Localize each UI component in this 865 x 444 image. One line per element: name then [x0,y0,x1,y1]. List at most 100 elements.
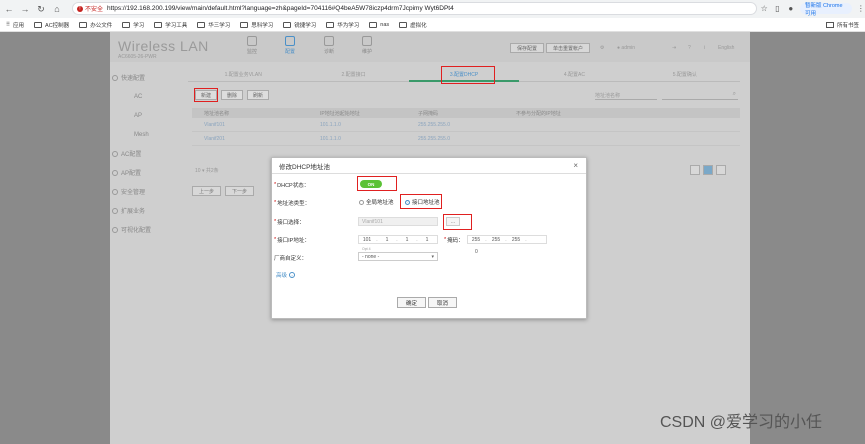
delete-button[interactable]: 删除 [221,90,244,100]
refresh-button[interactable]: 刷新 [247,90,270,100]
bookmark-all[interactable]: 所有书签 [825,21,859,29]
cancel-button[interactable]: 取消 [428,297,458,308]
topnav-config[interactable]: 配置 [285,36,295,55]
mask-row: * 掩码： [444,237,464,244]
language-link[interactable]: English [718,45,734,51]
reload-icon[interactable]: ↻ [34,2,48,16]
sidebar-item-visual[interactable]: 可视化配置 [112,220,182,239]
bookmark-huawei[interactable]: 华为学习 [326,21,359,29]
search-input[interactable]: ⌕ [662,91,738,100]
pool-table: 地址池名称 IP地址池起始地址 子网掩码 不参与分配的IP地址 Vlanif10… [192,108,740,146]
sidebar-item-ap[interactable]: AP [112,106,182,125]
next-step-button[interactable]: 下一步 [225,186,255,196]
iface-label: 接口选择： [277,220,305,226]
sidebar-item-ac[interactable]: AC [112,87,182,106]
modal-title: 修改DHCP地址池 × [272,158,586,174]
advanced-toggle[interactable]: 高级 › [276,271,296,279]
ip-input[interactable]: 101. 1. 1. 1 [358,235,438,244]
chrome-update-button[interactable]: 暂新版 Chrome 可用 [799,3,852,17]
menu-icon[interactable]: ⋮ [857,4,865,14]
folder-icon [197,21,206,28]
ac-icon [112,150,118,157]
bookmark-cisco[interactable]: 思科学习 [240,21,273,29]
address-bar[interactable]: ! 不安全 https://192.168.200.199/view/main/d… [72,2,757,15]
info-icon[interactable]: i [704,45,705,51]
insecure-badge[interactable]: ! 不安全 [77,4,103,13]
folder-icon [326,21,335,28]
bookmark-nas[interactable]: nas [369,21,389,28]
page-size-select[interactable]: 10 ▾ 共2条 [195,167,219,174]
folder-icon [283,21,292,28]
topnav-diagnose[interactable]: 诊断 [324,36,334,55]
alert-icon[interactable]: ⚙ [600,45,604,51]
step-interface[interactable]: 2.配置接口 [298,68,409,82]
bookmark-virtual[interactable]: 虚拟化 [399,21,427,29]
folder-icon [369,21,378,28]
sidepanel-icon[interactable]: ▯ [773,4,781,14]
bookmark-study[interactable]: 学习 [122,21,144,29]
table-header: 地址池名称 IP地址池起始地址 子网掩码 不参与分配的IP地址 [192,108,740,118]
iface-input[interactable]: Vlanif101 [358,217,438,226]
forward-icon[interactable]: → [18,2,32,16]
folder-icon [122,21,131,28]
vendor-row: 厂商自定义： [274,254,307,262]
highlight-step-dhcp [441,66,495,84]
page-next-button[interactable] [716,165,726,175]
folder-icon [154,21,163,28]
profile-icon[interactable]: ● [787,4,795,14]
highlight-dhcp-toggle [357,176,397,191]
home-icon[interactable]: ⌂ [50,2,64,16]
prev-step-button[interactable]: 上一步 [192,186,222,196]
mask-label: 掩码： [447,238,464,244]
search-field-select[interactable]: 地址池名称 [595,92,657,100]
bookmark-apps[interactable]: ⠿ 应用 [6,21,24,29]
step-ac[interactable]: 4.配置AC [519,68,630,82]
wrench-icon [362,36,372,46]
ok-button[interactable]: 确定 [397,297,427,308]
sidebar-item-mesh[interactable]: Mesh [112,125,182,144]
bookmark-h3c[interactable]: 华三学习 [197,21,230,29]
sidebar-item-quick[interactable]: 快速配置 [112,68,182,87]
table-row[interactable]: Vlanif201 101.1.1.0 255.255.255.0 [192,132,740,146]
step-confirm[interactable]: 5.配置确认 [629,68,741,82]
pagination [690,165,726,175]
mask-input[interactable]: 255. 255. 255. [467,235,547,244]
bookmark-office[interactable]: 办公文件 [79,21,112,29]
close-icon[interactable]: × [573,161,578,170]
watermark: CSDN @爱学习的小任 [660,414,823,431]
diagnose-icon [324,36,334,46]
pool-type-row: * 地址池类型： [274,200,311,207]
logout-icon[interactable]: ⇥ [672,45,676,51]
reset-account-button[interactable]: 单击重置帐户 [546,43,591,53]
back-icon[interactable]: ← [2,2,16,16]
vendor-select[interactable]: - none - ▾ [358,252,438,261]
bookmark-ruijie[interactable]: 锐捷学习 [283,21,316,29]
url-text: https://192.168.200.199/view/main/defaul… [107,5,454,12]
bookmark-ac[interactable]: AC控制器 [34,21,69,29]
step-vlan[interactable]: 1.配置业务VLAN [188,68,299,82]
highlight-new-button [194,88,218,102]
sidebar-item-ap-config[interactable]: AP配置 [112,163,182,182]
bookmark-tools[interactable]: 学习工具 [154,21,187,29]
save-config-button[interactable]: 保存配置 [510,43,545,53]
table-row[interactable]: Vlanif101 101.1.1.0 255.255.255.0 [192,118,740,132]
user-name[interactable]: ● admin [617,45,635,51]
topnav-monitor[interactable]: 监控 [247,36,257,55]
topnav-maintain[interactable]: 维护 [362,36,372,55]
star-icon[interactable]: ☆ [760,4,768,14]
sidebar-item-ac-config[interactable]: AC配置 [112,144,182,163]
page-prev-button[interactable] [690,165,700,175]
sidebar-item-extended[interactable]: 扩展业务 [112,201,182,220]
page-1-button[interactable] [703,165,713,175]
shield-icon [112,188,118,195]
vendor-note: Opt 4 [362,247,371,251]
folder-icon [240,21,249,28]
dhcp-state-label: DHCP状态： [277,183,310,189]
help-icon[interactable]: ? [688,45,691,51]
bookmarks-bar: ⠿ 应用 AC控制器 办公文件 学习 学习工具 华三学习 思科学习 锐捷学习 华为… [0,18,865,32]
sidebar-item-security[interactable]: 安全管理 [112,182,182,201]
highlight-browse-button [443,214,472,230]
radio-global-pool[interactable]: 全局地址池 [359,198,394,206]
ip-row: * 接口IP地址： [274,237,310,244]
highlight-interface-pool [400,194,442,209]
